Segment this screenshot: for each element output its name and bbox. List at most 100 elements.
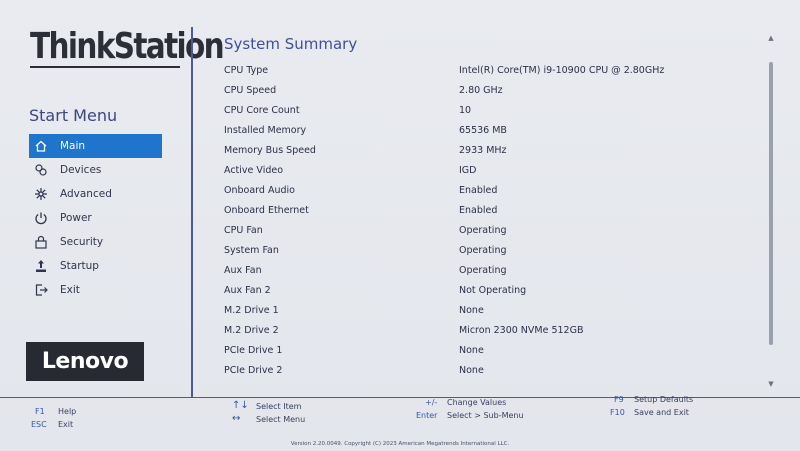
row-label: Memory Bus Speed — [224, 144, 316, 156]
advanced-icon — [34, 187, 48, 201]
enter-key: Enter — [416, 411, 438, 420]
exit-icon — [34, 283, 48, 297]
row-label: M.2 Drive 2 — [224, 324, 279, 336]
change-values-desc: Change Values — [447, 398, 507, 407]
menu-item-power[interactable]: Power — [29, 206, 162, 230]
table-row: Installed Memory 65536 MB — [224, 120, 764, 140]
select-item-desc: Select Item — [256, 402, 302, 411]
row-value: 65536 MB — [459, 124, 507, 136]
start-menu-heading: Start Menu — [29, 106, 118, 125]
row-value: Intel(R) Core(TM) i9-10900 CPU @ 2.80GHz — [459, 64, 665, 76]
row-value: None — [459, 304, 484, 316]
table-row: PCIe Drive 2 None — [224, 360, 764, 380]
row-label: CPU Type — [224, 64, 269, 76]
select-submenu-desc: Select > Sub-Menu — [447, 411, 524, 420]
f1-desc: Help — [58, 407, 77, 416]
menu-item-exit[interactable]: Exit — [29, 278, 162, 302]
brand-wordmark: ThinkStation — [30, 26, 225, 67]
menu-item-devices[interactable]: Devices — [29, 158, 162, 182]
menu-item-label: Security — [60, 236, 104, 248]
start-menu: Main Devices Advanced Power Security Sta… — [29, 134, 162, 302]
row-label: PCIe Drive 1 — [224, 344, 283, 356]
menu-item-main[interactable]: Main — [29, 134, 162, 158]
f9-key: F9 — [614, 395, 624, 404]
row-value: 10 — [459, 104, 472, 116]
table-row: Onboard Ethernet Enabled — [224, 200, 764, 220]
row-label: System Fan — [224, 244, 279, 256]
menu-item-label: Main — [60, 140, 86, 152]
page-title: System Summary — [224, 35, 358, 53]
up-down-arrows-icon: ↑↓ — [232, 400, 249, 411]
row-label: Aux Fan — [224, 264, 262, 276]
row-label: CPU Speed — [224, 84, 277, 96]
table-row: Aux Fan Operating — [224, 260, 764, 280]
row-value: Operating — [459, 224, 507, 236]
left-right-arrows-icon: ↔ — [232, 413, 241, 424]
esc-key: ESC — [31, 420, 47, 429]
vertical-divider — [191, 27, 193, 397]
row-value: Enabled — [459, 204, 498, 216]
table-row: M.2 Drive 1 None — [224, 300, 764, 320]
startup-icon — [34, 259, 48, 273]
menu-item-label: Startup — [60, 260, 99, 272]
menu-item-security[interactable]: Security — [29, 230, 162, 254]
table-row: Memory Bus Speed 2933 MHz — [224, 140, 764, 160]
menu-item-label: Exit — [60, 284, 80, 296]
version-info: Version 2.20.0049. Copyright (C) 2023 Am… — [290, 441, 510, 447]
home-icon — [34, 139, 48, 153]
table-row: PCIe Drive 1 None — [224, 340, 764, 360]
menu-item-startup[interactable]: Startup — [29, 254, 162, 278]
row-value: Micron 2300 NVMe 512GB — [459, 324, 584, 336]
menu-item-label: Advanced — [60, 188, 112, 200]
table-row: CPU Speed 2.80 GHz — [224, 80, 764, 100]
row-label: PCIe Drive 2 — [224, 364, 283, 376]
row-value: Operating — [459, 244, 507, 256]
table-row: CPU Fan Operating — [224, 220, 764, 240]
row-label: Onboard Audio — [224, 184, 295, 196]
table-row: Onboard Audio Enabled — [224, 180, 764, 200]
table-row: System Fan Operating — [224, 240, 764, 260]
row-value: None — [459, 364, 484, 376]
brand-underline — [30, 66, 180, 68]
row-label: CPU Core Count — [224, 104, 300, 116]
table-row: CPU Type Intel(R) Core(TM) i9-10900 CPU @… — [224, 60, 764, 80]
scrollbar[interactable]: ▲ ▼ — [767, 34, 775, 388]
menu-item-advanced[interactable]: Advanced — [29, 182, 162, 206]
row-value: Operating — [459, 264, 507, 276]
lenovo-logo: Lenovo — [26, 342, 144, 381]
scroll-down-arrow-icon[interactable]: ▼ — [767, 380, 775, 388]
row-label: Installed Memory — [224, 124, 307, 136]
summary-table: CPU Type Intel(R) Core(TM) i9-10900 CPU @… — [224, 60, 764, 380]
setup-defaults-desc: Setup Defaults — [634, 395, 694, 404]
row-label: Onboard Ethernet — [224, 204, 309, 216]
power-icon — [34, 211, 48, 225]
plus-minus-key: +/- — [425, 398, 438, 407]
row-label: CPU Fan — [224, 224, 263, 236]
esc-desc: Exit — [58, 420, 74, 429]
row-label: Aux Fan 2 — [224, 284, 271, 296]
row-value: 2.80 GHz — [459, 84, 503, 96]
f1-key: F1 — [35, 407, 45, 416]
select-menu-desc: Select Menu — [256, 415, 306, 424]
save-exit-desc: Save and Exit — [634, 408, 689, 417]
table-row: Aux Fan 2 Not Operating — [224, 280, 764, 300]
left-panel: ThinkStation Start Menu Main Devices Adv… — [0, 0, 225, 397]
row-value: None — [459, 344, 484, 356]
row-value: Enabled — [459, 184, 498, 196]
devices-icon — [34, 163, 48, 177]
table-row: Active Video IGD — [224, 160, 764, 180]
menu-item-label: Devices — [60, 164, 102, 176]
row-value: IGD — [459, 164, 477, 176]
scroll-thumb[interactable] — [769, 62, 773, 345]
menu-item-label: Power — [60, 212, 92, 224]
row-label: M.2 Drive 1 — [224, 304, 279, 316]
row-value: Not Operating — [459, 284, 527, 296]
f10-key: F10 — [610, 408, 625, 417]
lenovo-logo-text: Lenovo — [41, 349, 129, 374]
table-row: M.2 Drive 2 Micron 2300 NVMe 512GB — [224, 320, 764, 340]
lock-icon — [34, 235, 48, 249]
scroll-up-arrow-icon[interactable]: ▲ — [767, 34, 775, 42]
row-label: Active Video — [224, 164, 284, 176]
row-value: 2933 MHz — [459, 144, 507, 156]
table-row: CPU Core Count 10 — [224, 100, 764, 120]
